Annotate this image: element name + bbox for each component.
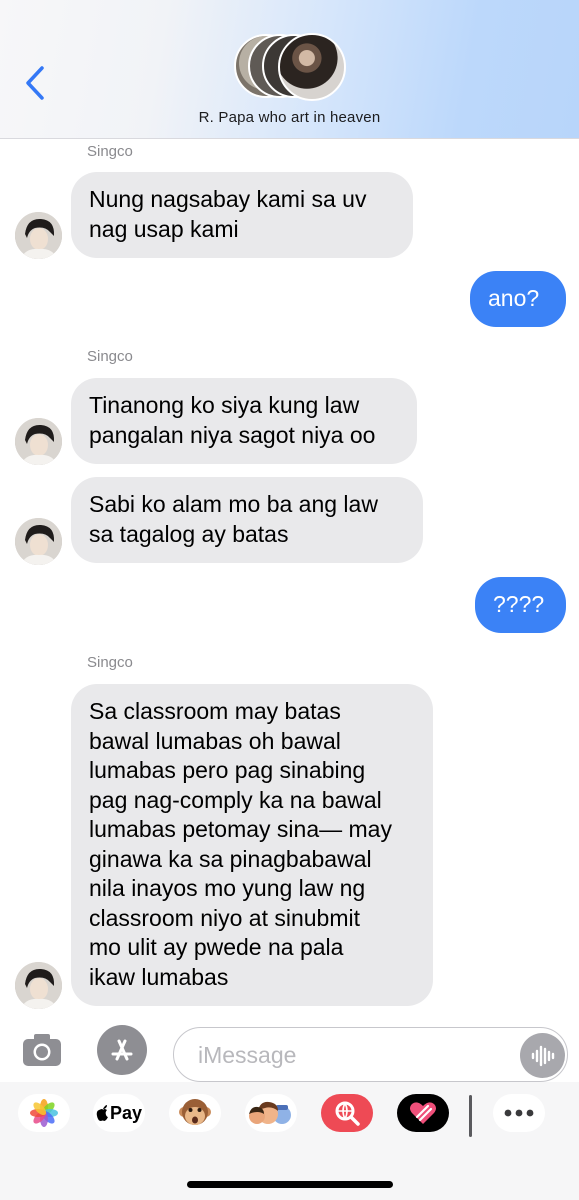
sender-avatar[interactable] bbox=[15, 518, 62, 565]
conversation-header: R. Papa who art in heaven bbox=[0, 0, 579, 139]
incoming-message[interactable]: Nung nagsabay kami sa uv nag usap kami bbox=[71, 172, 413, 258]
app-store-icon bbox=[111, 1039, 133, 1061]
image-search-button[interactable] bbox=[321, 1094, 373, 1132]
animoji-button[interactable] bbox=[169, 1094, 221, 1132]
outgoing-message[interactable]: ano? bbox=[470, 271, 566, 327]
sender-avatar[interactable] bbox=[15, 962, 62, 1009]
voice-button[interactable] bbox=[520, 1033, 565, 1078]
camera-button[interactable] bbox=[20, 1031, 64, 1069]
group-avatar-4 bbox=[278, 33, 346, 101]
group-avatars[interactable] bbox=[234, 33, 348, 101]
app-store-button[interactable] bbox=[97, 1025, 147, 1075]
sender-name: Singco bbox=[87, 348, 133, 365]
more-icon bbox=[504, 1109, 534, 1117]
apple-pay-icon bbox=[96, 1105, 108, 1121]
incoming-message[interactable]: Tinanong ko siya kung law pangalan niya … bbox=[71, 378, 417, 464]
waveform-icon bbox=[531, 1045, 554, 1066]
photos-icon bbox=[30, 1099, 58, 1127]
memoji-stickers-icon bbox=[249, 1101, 291, 1124]
message-input[interactable]: iMessage bbox=[173, 1027, 568, 1082]
incoming-message[interactable]: Sa classroom may batas bawal lumabas oh … bbox=[71, 684, 433, 1006]
apple-pay-label: Pay bbox=[109, 1102, 143, 1123]
compose-bar: iMessage bbox=[0, 1010, 579, 1082]
digital-touch-button[interactable] bbox=[397, 1094, 449, 1132]
home-indicator[interactable] bbox=[187, 1181, 393, 1188]
image-search-icon bbox=[335, 1101, 360, 1126]
drawer-divider bbox=[469, 1095, 472, 1137]
sender-avatar[interactable] bbox=[15, 212, 62, 259]
chevron-left-icon bbox=[26, 66, 44, 100]
conversation-title[interactable]: R. Papa who art in heaven bbox=[0, 109, 579, 126]
monkey-memoji-icon bbox=[179, 1099, 211, 1125]
back-button[interactable] bbox=[22, 62, 54, 104]
outgoing-message[interactable]: ???? bbox=[475, 577, 566, 633]
sender-name: Singco bbox=[87, 654, 133, 671]
incoming-message[interactable]: Sabi ko alam mo ba ang law sa tagalog ay… bbox=[71, 477, 423, 563]
memoji-stickers-button[interactable] bbox=[245, 1094, 297, 1132]
apple-pay-button[interactable]: Pay bbox=[93, 1094, 145, 1132]
more-apps-button[interactable] bbox=[493, 1094, 545, 1132]
camera-icon bbox=[23, 1034, 61, 1066]
photos-app-button[interactable] bbox=[18, 1094, 70, 1132]
digital-touch-icon bbox=[410, 1102, 436, 1124]
sender-avatar[interactable] bbox=[15, 418, 62, 465]
sender-name: Singco bbox=[87, 143, 133, 160]
